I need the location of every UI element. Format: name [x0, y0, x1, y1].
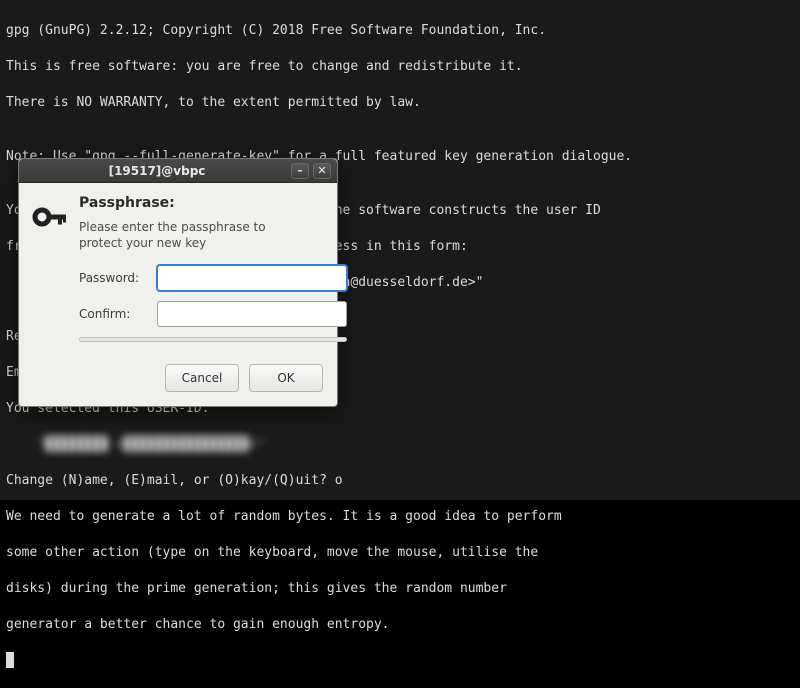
close-button[interactable]: ✕ — [313, 163, 331, 179]
key-icon — [31, 199, 67, 352]
terminal-line: This is free software: you are free to c… — [6, 58, 794, 76]
cancel-button[interactable]: Cancel — [165, 364, 239, 392]
minimize-button[interactable]: – — [291, 163, 309, 179]
terminal-line: "████████ <████████████████>" — [6, 436, 794, 454]
ok-button[interactable]: OK — [249, 364, 323, 392]
terminal-line: Change (N)ame, (E)mail, or (O)kay/(Q)uit… — [6, 472, 794, 490]
terminal-cursor — [6, 652, 14, 668]
password-input[interactable] — [157, 265, 347, 291]
dialog-description: Please enter the passphrase to protect y… — [79, 219, 289, 251]
passphrase-strength-meter — [79, 337, 347, 342]
password-label: Password: — [79, 271, 149, 285]
terminal-line: gpg (GnuPG) 2.2.12; Copyright (C) 2018 F… — [6, 22, 794, 40]
dialog-title: [19517]@vbpc — [27, 164, 287, 178]
dialog-heading: Passphrase: — [79, 195, 347, 211]
terminal-line — [6, 652, 794, 670]
terminal-line: We need to generate a lot of random byte… — [6, 508, 794, 526]
terminal-line: There is NO WARRANTY, to the extent perm… — [6, 94, 794, 112]
dialog-titlebar[interactable]: [19517]@vbpc – ✕ — [19, 159, 337, 183]
terminal-line: disks) during the prime generation; this… — [6, 580, 794, 598]
terminal-line: some other action (type on the keyboard,… — [6, 544, 794, 562]
confirm-label: Confirm: — [79, 307, 149, 321]
passphrase-dialog: [19517]@vbpc – ✕ Passphrase: Please ente… — [18, 158, 338, 407]
terminal-line: generator a better chance to gain enough… — [6, 616, 794, 634]
confirm-input[interactable] — [157, 301, 347, 327]
